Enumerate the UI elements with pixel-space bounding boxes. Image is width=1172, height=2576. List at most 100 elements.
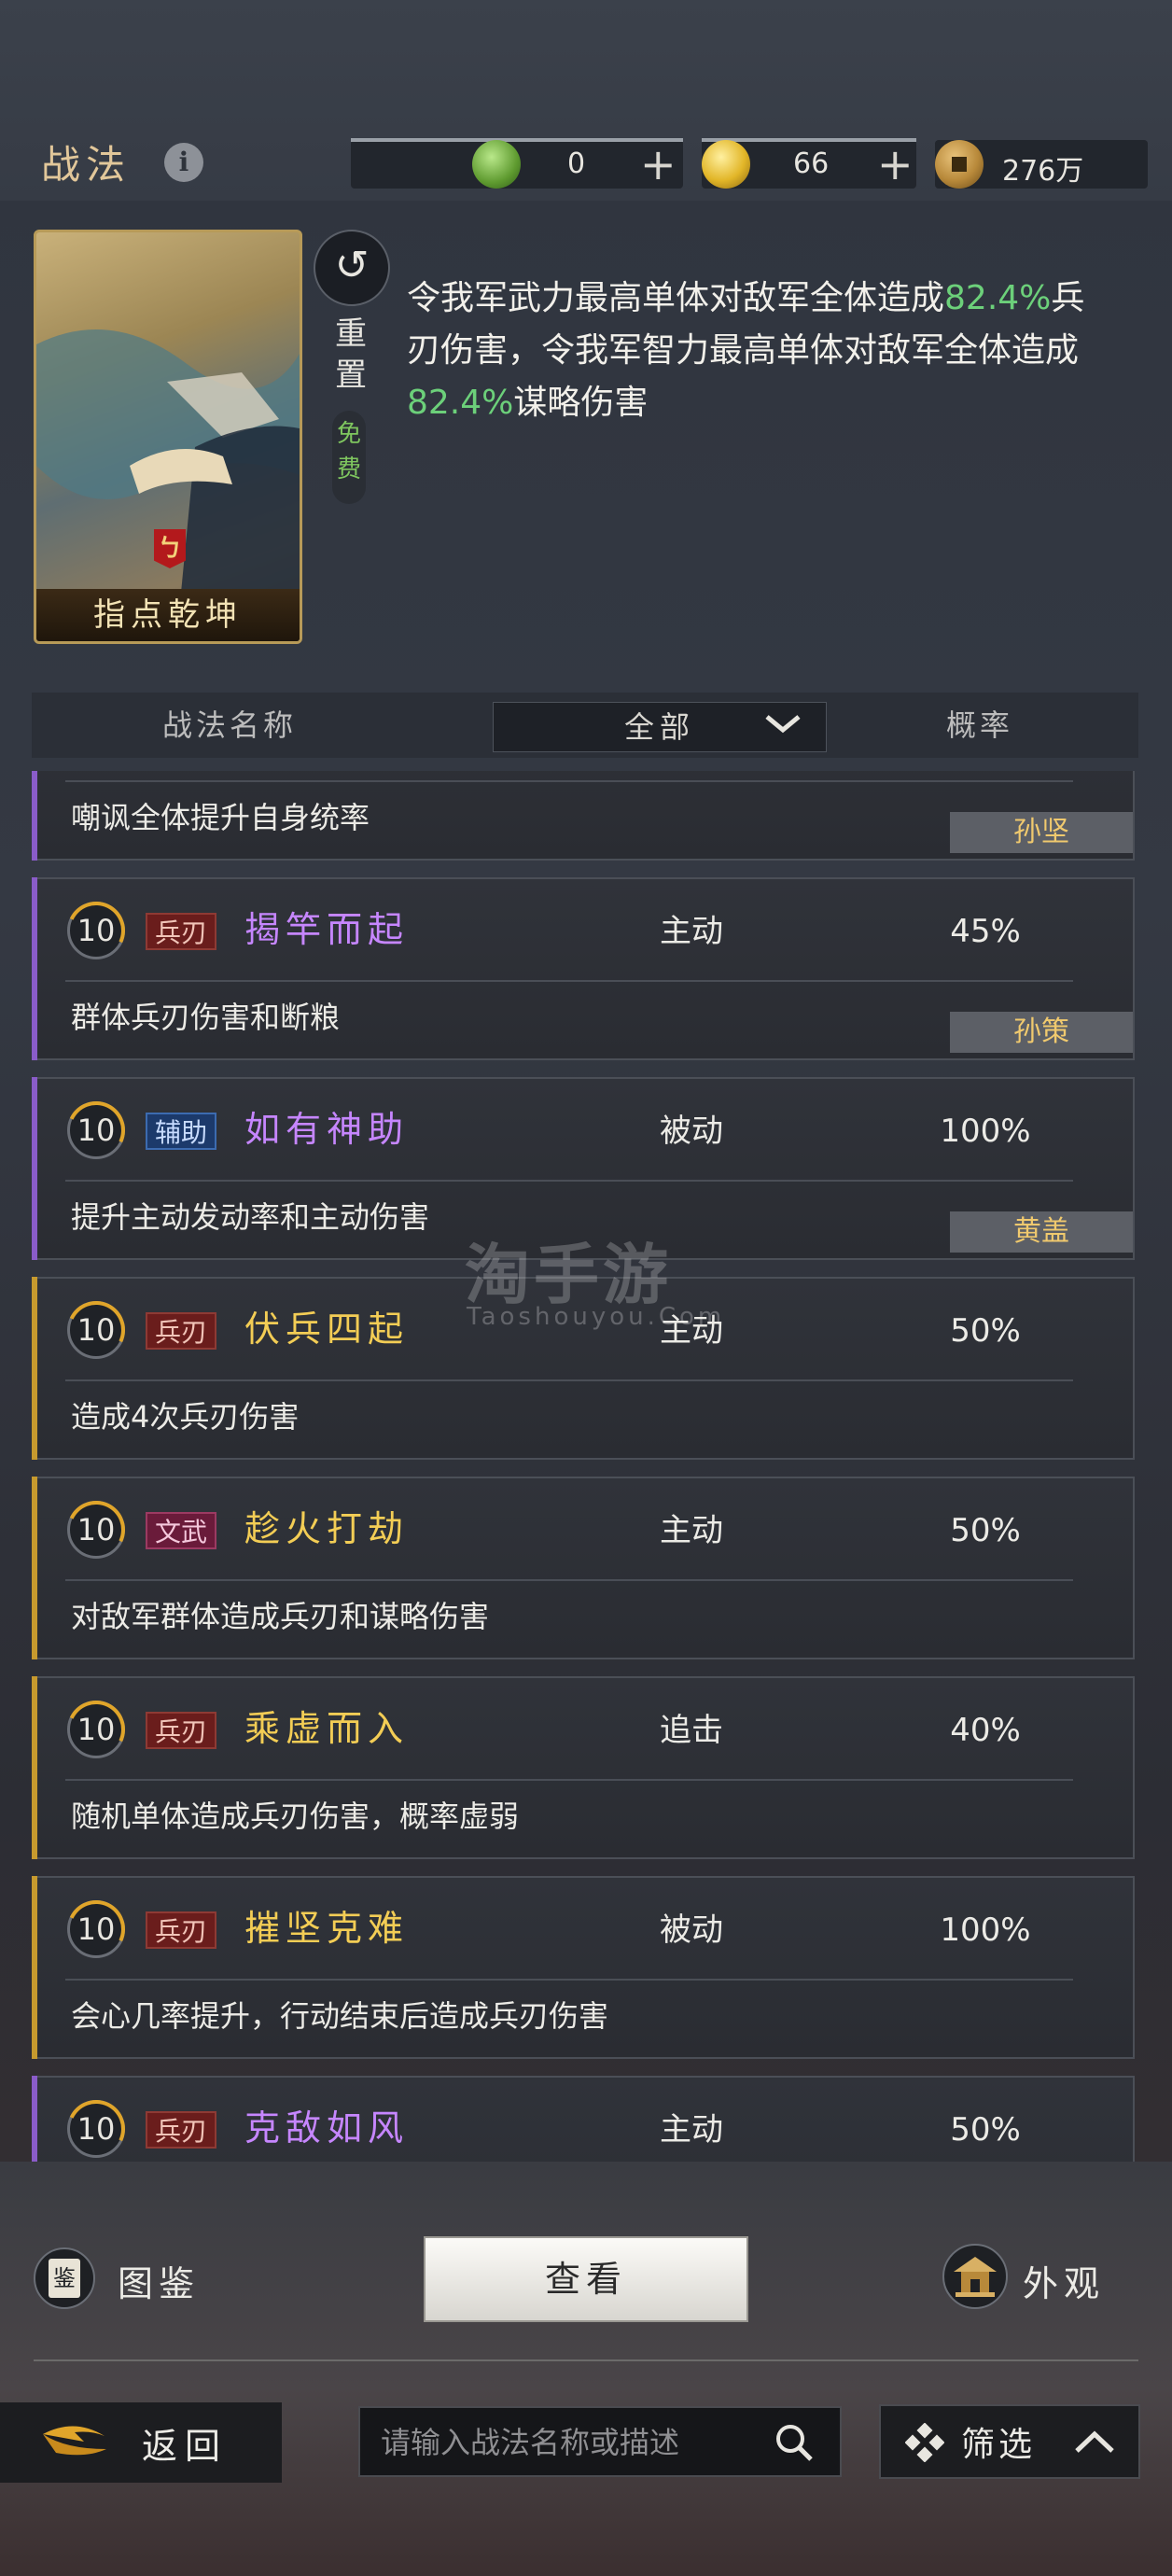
level-badge: 10	[59, 1293, 133, 1367]
level-badge: 10	[59, 1492, 133, 1567]
general-tag[interactable]: 孙策	[950, 1012, 1133, 1053]
skill-type-tag: 文武	[146, 1512, 217, 1549]
level-badge: 10	[59, 1892, 133, 1967]
resource-bar	[351, 138, 683, 142]
codex-label[interactable]: 图鉴	[118, 2255, 200, 2306]
skill-name: 伏兵四起	[244, 1309, 410, 1350]
card-rank-badge: ㄅ	[154, 529, 186, 568]
level-progress-ring	[59, 1492, 133, 1567]
desc-text: 令我军武力最高单体对敌军全体造成	[407, 279, 945, 317]
filter-value: 全部	[623, 709, 695, 745]
search-input[interactable]	[360, 2408, 774, 2477]
filter-diamond-icon	[905, 2423, 944, 2462]
add-jade-button[interactable]: +	[640, 140, 677, 189]
row-divider	[65, 1979, 1073, 1981]
general-tag[interactable]: 孙坚	[950, 812, 1133, 853]
card-title: 指点乾坤	[36, 589, 300, 641]
chevron-up-icon	[1075, 2430, 1114, 2453]
list-item[interactable]: 10 兵刃 克敌如风 主动 50%	[32, 2076, 1135, 2162]
list-item[interactable]: 10 兵刃 揭竿而起 主动 45% 群体兵刃伤害和断粮 孙策	[32, 877, 1135, 1060]
skill-description: 令我军武力最高单体对敌军全体造成82.4%兵刃伤害，令我军智力最高单体对敌军全体…	[407, 273, 1097, 429]
level-progress-ring	[59, 1692, 133, 1767]
row-divider	[65, 1180, 1073, 1182]
back-arrow-icon	[43, 2426, 106, 2456]
resource-copper: 276万	[935, 140, 1148, 189]
list-item[interactable]: 10 兵刃 乘虚而入 追击 40% 随机单体造成兵刃伤害，概率虚弱	[32, 1676, 1135, 1859]
skill-mode: 主动	[660, 913, 723, 950]
reset-icon: ↺	[334, 242, 370, 289]
rarity-accent	[32, 1676, 37, 1859]
skill-probability: 40%	[950, 1712, 1021, 1749]
appearance-icon[interactable]	[942, 2244, 1008, 2309]
appearance-label[interactable]: 外观	[1023, 2255, 1105, 2306]
info-icon[interactable]: i	[164, 143, 203, 182]
resource-gold: 66 +	[702, 138, 916, 189]
row-divider	[65, 1579, 1073, 1581]
skill-effect: 造成4次兵刃伤害	[71, 1399, 300, 1435]
level-progress-ring	[59, 893, 133, 968]
rarity-accent	[32, 1277, 37, 1460]
rarity-accent	[32, 877, 37, 1060]
level-badge: 10	[59, 1093, 133, 1168]
skill-list[interactable]: 嘲讽全体提升自身统率 孙坚 10 兵刃 揭竿而起 主动 45% 群体兵刃伤害和断粮 孙策 10…	[32, 771, 1138, 2162]
gold-value: 66	[793, 147, 830, 180]
level-progress-ring	[59, 2092, 133, 2162]
skill-probability: 50%	[950, 1512, 1021, 1549]
skill-name: 摧坚克难	[244, 1908, 410, 1949]
copper-value: 276万	[1002, 155, 1084, 188]
reset-label: 重置	[335, 315, 367, 394]
skill-mode: 被动	[660, 1113, 723, 1150]
skill-effect: 提升主动发动率和主动伤害	[71, 1199, 430, 1235]
filter-label[interactable]: 筛选	[961, 2417, 1036, 2466]
skill-card[interactable]: ㄅ 指点乾坤	[34, 230, 302, 644]
rarity-accent	[32, 1477, 37, 1659]
skill-type-tag: 兵刃	[146, 2111, 217, 2149]
list-item[interactable]: 10 兵刃 摧坚克难 被动 100% 会心几率提升，行动结束后造成兵刃伤害	[32, 1876, 1135, 2059]
coin-hole	[952, 157, 967, 172]
jade-value: 0	[567, 147, 586, 180]
back-label[interactable]: 返回	[142, 2417, 228, 2469]
skill-probability: 50%	[950, 2111, 1021, 2149]
search-box[interactable]	[358, 2406, 842, 2477]
codex-icon[interactable]: 鉴	[34, 2247, 95, 2309]
skill-effect: 对敌军群体造成兵刃和谋略伤害	[71, 1599, 490, 1634]
skill-type-tag: 兵刃	[146, 1312, 217, 1350]
free-badge: 免费	[332, 411, 366, 504]
page-title: 战法	[41, 142, 132, 188]
rarity-accent	[32, 2076, 37, 2162]
list-item[interactable]: 10 文武 趁火打劫 主动 50% 对敌军群体造成兵刃和谋略伤害	[32, 1477, 1135, 1659]
codex-glyph: 鉴	[49, 2259, 80, 2298]
skill-probability: 45%	[950, 913, 1021, 950]
skill-type-tag: 兵刃	[146, 1712, 217, 1749]
list-item[interactable]: 嘲讽全体提升自身统率 孙坚	[32, 771, 1135, 861]
pavilion-icon	[954, 2257, 997, 2297]
row-divider	[65, 1779, 1073, 1781]
reset-button[interactable]: ↺	[314, 230, 390, 306]
add-gold-button[interactable]: +	[877, 140, 914, 189]
skill-mode: 主动	[660, 2111, 723, 2149]
desc-highlight: 82.4%	[407, 384, 514, 422]
back-button[interactable]	[0, 2402, 282, 2483]
col-name-header: 战法名称	[162, 707, 298, 743]
level-badge: 10	[59, 2092, 133, 2162]
skill-effect: 会心几率提升，行动结束后造成兵刃伤害	[71, 1998, 609, 2034]
general-tag[interactable]: 黄盖	[950, 1211, 1133, 1253]
skill-probability: 100%	[940, 1113, 1031, 1150]
desc-highlight: 82.4%	[944, 279, 1052, 317]
level-progress-ring	[59, 1892, 133, 1967]
level-progress-ring	[59, 1093, 133, 1168]
level-badge: 10	[59, 1692, 133, 1767]
skill-type-tag: 辅助	[146, 1113, 217, 1150]
row-divider	[65, 1379, 1073, 1381]
chevron-down-icon[interactable]	[763, 709, 802, 737]
bottom-panel	[0, 2162, 1172, 2576]
gold-icon	[702, 140, 750, 189]
row-divider	[65, 780, 1073, 782]
rarity-accent	[32, 771, 37, 861]
search-icon[interactable]	[773, 2421, 816, 2464]
skill-probability: 100%	[940, 1911, 1031, 1949]
level-progress-ring	[59, 1293, 133, 1367]
col-prob-header: 概率	[946, 707, 1014, 743]
resource-jade: 0 +	[351, 138, 683, 189]
view-button[interactable]: 查看	[424, 2236, 748, 2322]
